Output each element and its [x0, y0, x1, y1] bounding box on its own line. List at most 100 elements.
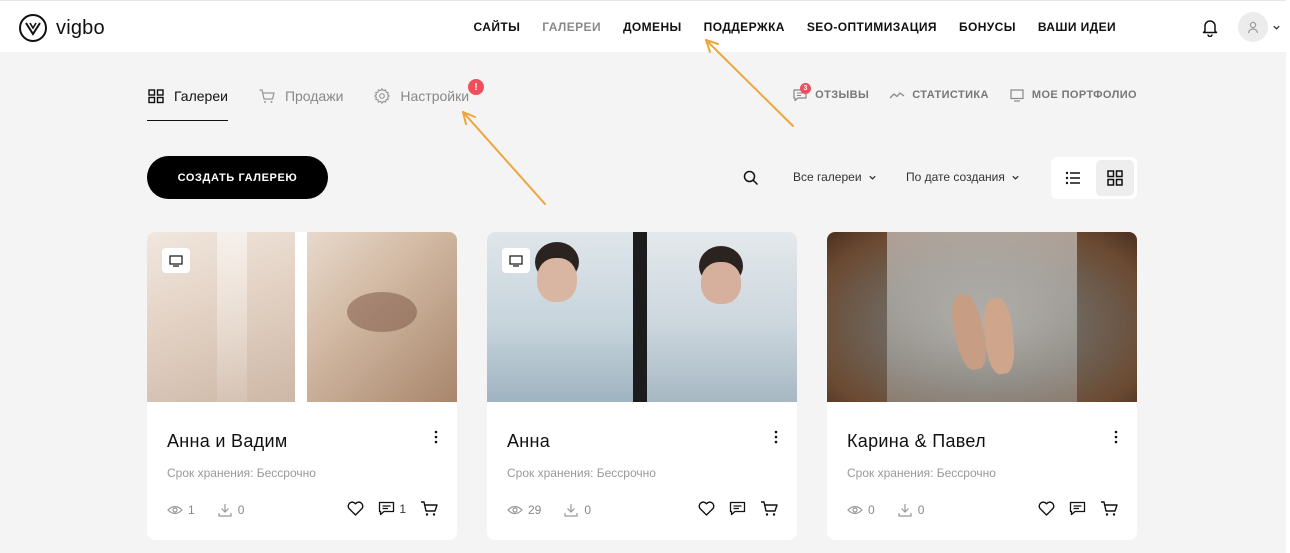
- nav-ideas[interactable]: ВАШИ ИДЕИ: [1038, 20, 1116, 34]
- more-vertical-icon[interactable]: [1111, 430, 1121, 446]
- section-tabs: Галереи Продажи Настройки: [147, 84, 469, 121]
- avatar[interactable]: [1238, 12, 1268, 42]
- downloads-stat: 0: [897, 502, 925, 518]
- galleries-filter-dropdown[interactable]: Все галереи: [793, 170, 877, 184]
- eye-icon: [847, 505, 863, 515]
- user-icon: [1247, 21, 1259, 34]
- cart-icon: [761, 501, 778, 516]
- scrollbar-edge: [1286, 0, 1290, 553]
- nav-galleries[interactable]: ГАЛЕРЕИ: [542, 20, 601, 34]
- downloads-stat: 0: [217, 502, 244, 518]
- views-stat: 29: [507, 503, 541, 517]
- create-gallery-button[interactable]: СОЗДАТЬ ГАЛЕРЕЮ: [147, 156, 328, 199]
- cover-photo: [307, 232, 457, 402]
- nav-seo[interactable]: SEO-ОПТИМИЗАЦИЯ: [807, 20, 937, 34]
- search-icon[interactable]: [742, 169, 760, 187]
- comment-icon: [729, 501, 746, 516]
- gallery-storage: Срок хранения: Бессрочно: [167, 466, 316, 480]
- veil-detail: [887, 232, 1077, 402]
- more-vertical-icon[interactable]: [771, 430, 781, 446]
- gallery-storage: Срок хранения: Бессрочно: [507, 466, 656, 480]
- gallery-cover[interactable]: [147, 232, 457, 402]
- gallery-card[interactable]: Анна Срок хранения: Бессрочно 29 0: [487, 232, 797, 540]
- download-icon: [564, 504, 578, 517]
- gear-icon: [374, 88, 391, 104]
- gallery-actions: [698, 500, 779, 517]
- comments-button[interactable]: [1069, 501, 1086, 516]
- cart-button[interactable]: [760, 500, 779, 517]
- tab-sales[interactable]: Продажи: [258, 84, 343, 108]
- comments-button[interactable]: 1: [378, 501, 406, 516]
- more-vertical-icon[interactable]: [431, 430, 441, 446]
- face-detail: [537, 258, 577, 302]
- downloads-count: 0: [584, 503, 592, 517]
- gallery-title[interactable]: Анна и Вадим: [167, 431, 288, 452]
- nav-domains[interactable]: ДОМЕНЫ: [623, 20, 682, 34]
- link-statistics[interactable]: СТАТИСТИКА: [889, 87, 989, 103]
- gallery-stats: 0 0: [847, 502, 924, 518]
- tab-galleries-label: Галереи: [174, 88, 228, 104]
- link-reviews-label: ОТЗЫВЫ: [815, 89, 870, 101]
- gallery-actions: [1038, 500, 1119, 517]
- comment-icon: [1069, 501, 1086, 516]
- cover-photo: [827, 232, 1137, 402]
- download-icon: [898, 504, 912, 517]
- arrow-to-settings: [462, 111, 546, 205]
- favorite-button[interactable]: [1038, 501, 1055, 516]
- view-mode-toggle: [1051, 157, 1137, 199]
- gallery-cover[interactable]: [827, 232, 1137, 402]
- logo[interactable]: vigbo: [18, 13, 105, 43]
- link-portfolio-label: МОЕ ПОРТФОЛИО: [1031, 89, 1137, 101]
- grid-icon: [1107, 170, 1123, 186]
- tab-settings-label: Настройки: [400, 88, 470, 104]
- main-nav: САЙТЫ ГАЛЕРЕИ ДОМЕНЫ ПОДДЕРЖКА SEO-ОПТИМ…: [474, 1, 1117, 53]
- chevron-down-icon: [868, 175, 876, 180]
- gallery-card[interactable]: Анна и Вадим Срок хранения: Бессрочно 1 …: [147, 232, 457, 540]
- link-reviews[interactable]: 3 ОТЗЫВЫ: [792, 83, 870, 103]
- views-count: 0: [868, 503, 875, 517]
- gallery-stats: 29 0: [507, 502, 591, 518]
- heart-icon: [347, 501, 364, 516]
- user-menu[interactable]: [1238, 12, 1281, 42]
- gallery-cover[interactable]: [487, 232, 797, 402]
- cart-button[interactable]: [1100, 500, 1119, 517]
- chevron-down-icon[interactable]: [1272, 23, 1281, 32]
- download-icon: [218, 504, 232, 517]
- face-detail: [701, 262, 741, 304]
- gallery-stats: 1 0: [167, 502, 244, 518]
- tab-galleries[interactable]: Галереи: [147, 84, 228, 121]
- heart-icon: [1038, 501, 1055, 516]
- grid-view-button[interactable]: [1096, 160, 1134, 196]
- settings-alert-badge: !: [468, 79, 484, 95]
- downloads-count: 0: [917, 503, 925, 517]
- cover-photo: [647, 232, 797, 402]
- gallery-card[interactable]: Карина & Павел Срок хранения: Бессрочно …: [827, 232, 1137, 540]
- bell-icon[interactable]: [1200, 17, 1220, 37]
- eye-icon: [167, 505, 183, 515]
- eye-icon: [507, 505, 523, 515]
- gallery-title[interactable]: Анна: [507, 431, 550, 452]
- monitor-icon: [162, 248, 190, 273]
- link-portfolio[interactable]: МОЕ ПОРТФОЛИО: [1009, 87, 1137, 103]
- top-bar: vigbo САЙТЫ ГАЛЕРЕИ ДОМЕНЫ ПОДДЕРЖКА SEO…: [0, 0, 1290, 52]
- sort-dropdown[interactable]: По дате создания: [906, 170, 1020, 184]
- list-view-button[interactable]: [1054, 160, 1092, 196]
- nav-sites[interactable]: САЙТЫ: [474, 20, 521, 34]
- secondary-links: 3 ОТЗЫВЫ СТАТИСТИКА МОЕ ПОРТФОЛИО: [792, 83, 1137, 103]
- comments-count: 1: [399, 501, 406, 516]
- cover-divider: [633, 232, 647, 402]
- nav-support[interactable]: ПОДДЕРЖКА: [704, 20, 785, 34]
- favorite-button[interactable]: [698, 501, 715, 516]
- flower-detail: [347, 292, 417, 332]
- tab-settings[interactable]: Настройки: [373, 84, 469, 108]
- nav-bonuses[interactable]: БОНУСЫ: [959, 20, 1016, 34]
- vigbo-logo-icon: [19, 14, 47, 42]
- lace-detail: [217, 232, 247, 402]
- heart-icon: [698, 501, 715, 516]
- chevron-down-icon: [1012, 175, 1019, 180]
- favorite-button[interactable]: [347, 501, 364, 516]
- comments-button[interactable]: [729, 501, 746, 516]
- link-statistics-label: СТАТИСТИКА: [912, 89, 989, 101]
- cart-button[interactable]: [420, 500, 439, 517]
- gallery-title[interactable]: Карина & Павел: [847, 431, 986, 452]
